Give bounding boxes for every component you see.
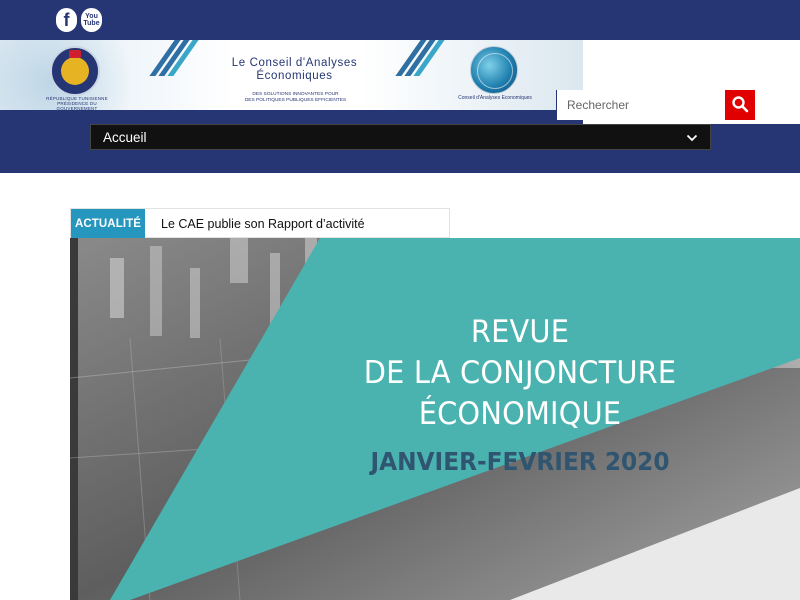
hero-title: REVUE DE LA CONJONCTURE ÉCONOMIQUE — [288, 312, 753, 435]
nav-selected-value: Accueil — [103, 129, 147, 145]
news-tag-badge: ACTUALITÉ — [71, 209, 145, 238]
seal-caption-line2: PRÉSIDENCE DU GOUVERNEMENT — [56, 101, 98, 110]
seal-flag — [69, 50, 81, 58]
hero-title-line2: DE LA CONJONCTURE — [363, 355, 677, 391]
facebook-icon[interactable]: f — [56, 8, 77, 32]
social-links: f You Tube — [56, 8, 102, 32]
tagline-line2: DES POLITIQUES PUBLIQUES EFFICIENTES — [244, 98, 347, 103]
main-nav-select[interactable]: Accueil — [90, 124, 711, 150]
site-logo-title[interactable]: Le Conseil d'Analyses Économiques — [222, 57, 367, 83]
search-icon — [731, 95, 749, 116]
globe-caption: Conseil d'Analyses Economiques — [458, 95, 532, 101]
chevron-down-icon — [686, 130, 698, 145]
cae-globe-logo[interactable] — [470, 46, 518, 94]
hero-banner[interactable]: REVUE DE LA CONJONCTURE ÉCONOMIQUE JANVI… — [70, 238, 800, 600]
seal-emblem — [61, 57, 89, 85]
search-input[interactable] — [556, 90, 724, 120]
hero-title-line1: REVUE — [470, 314, 570, 350]
header-banner: RÉPUBLIQUE TUNISIENNE PRÉSIDENCE DU GOUV… — [0, 40, 583, 110]
site-tagline: DES SOLUTIONS INNOVANTES POUR DES POLITI… — [238, 92, 353, 104]
facebook-glyph: f — [63, 9, 70, 30]
logo-title-line1: Le Conseil d'Analyses — [231, 57, 358, 69]
youtube-icon[interactable]: You Tube — [81, 8, 102, 32]
youtube-glyph-top: You — [85, 13, 98, 20]
search-button[interactable] — [725, 90, 755, 120]
decorative-stripes-left — [149, 40, 202, 110]
news-ticker: ACTUALITÉ Le CAE publie son Rapport d’ac… — [70, 208, 450, 238]
news-headline-link[interactable]: Le CAE publie son Rapport d’activité — [161, 209, 365, 238]
decorative-stripes-right — [395, 40, 448, 110]
hero-title-line3: ÉCONOMIQUE — [418, 396, 622, 432]
seal-caption: RÉPUBLIQUE TUNISIENNE PRÉSIDENCE DU GOUV… — [38, 96, 116, 110]
republic-seal-logo[interactable] — [50, 46, 100, 96]
logo-title-line2: Économiques — [256, 70, 333, 82]
hero-subtitle: JANVIER-FEVRIER 2020 — [370, 447, 670, 476]
youtube-glyph-bottom: Tube — [83, 20, 100, 27]
